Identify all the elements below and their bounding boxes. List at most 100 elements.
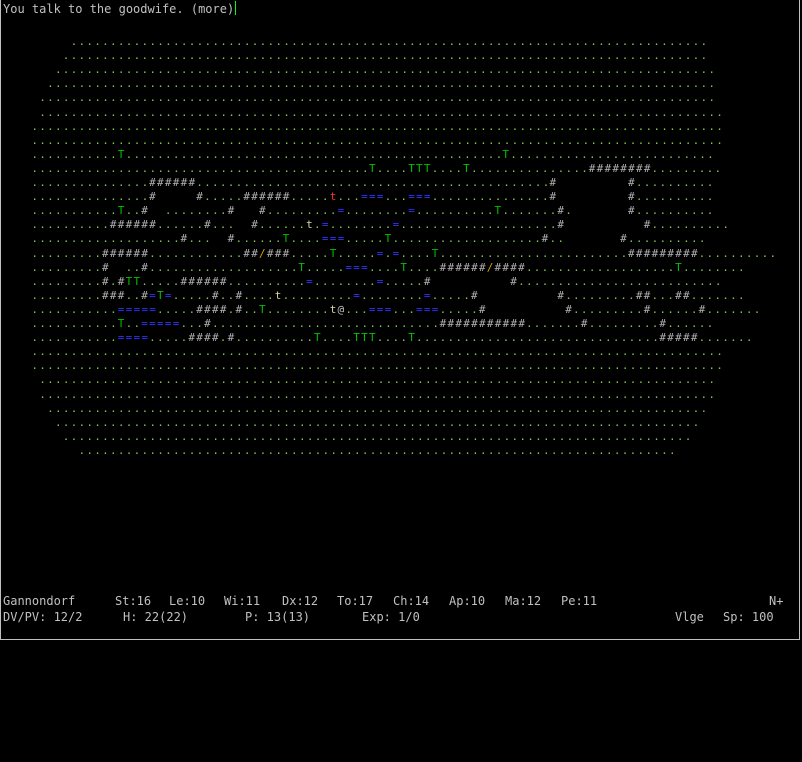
grass-tiles: ......	[651, 302, 699, 316]
door-tile[interactable]: /	[487, 261, 495, 274]
grass-tiles: ........................................…	[78, 443, 677, 457]
tree-tiles: TTT	[408, 161, 432, 175]
grass-tiles: ........	[164, 204, 228, 218]
grass-tiles: ........	[314, 274, 377, 288]
tree-tiles: T	[431, 246, 440, 260]
water-tiles: ===	[408, 190, 432, 204]
door-tile[interactable]: /	[259, 247, 267, 260]
wall-tiles: ##	[635, 288, 652, 302]
grass-tiles: ........................................…	[31, 119, 725, 133]
grass-tiles: ........................................…	[31, 161, 370, 175]
grass-tiles: ..........................	[510, 147, 715, 161]
grass-tiles: ...........	[31, 204, 118, 218]
player-character[interactable]: @	[338, 303, 346, 316]
grass-tiles: ........................................…	[47, 401, 709, 415]
status-level-indicator: N+	[769, 594, 784, 608]
tree-tiles: T	[157, 288, 165, 302]
wall-tiles: #	[549, 190, 558, 204]
grass-tiles: ........................................…	[54, 415, 701, 429]
grass-tiles: ............	[149, 246, 244, 260]
grass-tiles: ........................................…	[31, 345, 725, 359]
grass-tiles: ........................................…	[47, 77, 717, 91]
grass-tiles: ..........	[635, 176, 715, 189]
townsfolk[interactable]: t	[306, 219, 314, 231]
grass-tiles: ...	[337, 190, 362, 204]
grass-tiles: ........	[329, 218, 393, 232]
grass-tiles: .....	[345, 232, 385, 246]
grass-tiles: ....	[431, 161, 464, 175]
tree-tiles: T	[282, 232, 291, 246]
grass-tiles: ...........	[31, 147, 118, 161]
wall-tiles: ###	[266, 246, 291, 260]
wall-tiles: #	[141, 288, 150, 302]
townsfolk[interactable]: t	[275, 289, 283, 302]
grass-tiles: ..........	[635, 204, 715, 218]
water-tiles: ===	[368, 302, 393, 316]
wall-tiles: #	[117, 274, 126, 288]
grass-tiles: ....................	[400, 218, 558, 232]
grass-tiles: .........	[31, 246, 103, 260]
tree-tiles: T	[117, 147, 126, 161]
wall-tiles: #	[251, 218, 260, 232]
wall-tiles: #	[478, 302, 487, 316]
grass-tiles: .........	[31, 260, 103, 274]
wall-tiles: ##	[675, 288, 691, 302]
wall-tiles: ######	[102, 246, 150, 260]
wall-tiles: #	[180, 232, 189, 246]
water-tiles: ===	[321, 232, 346, 246]
grass-tiles: ....	[243, 288, 275, 302]
townsfolk[interactable]: t	[330, 303, 338, 316]
grass-tiles: ...	[188, 232, 213, 246]
wall-tiles: #	[549, 176, 558, 189]
wall-tiles: #	[557, 288, 566, 302]
grass-tiles: .	[227, 302, 236, 316]
grass-tiles: ..........	[651, 218, 731, 232]
grass-tiles: .........	[588, 317, 660, 330]
wall-tiles: ######	[243, 190, 291, 204]
grass-tiles: .....	[141, 274, 181, 288]
status-line-vitals: DV/PV: 12/2 H: 22(22) P: 13(13) Exp: 1/0…	[3, 610, 799, 708]
grass-tiles: ...	[345, 302, 370, 316]
character-name: Gannondorf	[3, 594, 76, 608]
wall-tiles: #	[235, 288, 244, 302]
grass-tiles: ...................	[525, 260, 676, 274]
grass-tiles: .	[565, 204, 574, 218]
grass-tiles: .........	[565, 288, 637, 302]
wall-tiles: #	[204, 218, 212, 232]
grass-tiles: ..	[125, 260, 142, 274]
grass-tiles: ..	[549, 232, 566, 246]
grass-tiles: ........................................…	[62, 429, 693, 443]
game-map[interactable]: ........................................…	[0, 0, 802, 590]
goodwife[interactable]: t	[330, 191, 338, 203]
grass-tiles: .	[219, 331, 228, 345]
grass-tiles: ........	[266, 302, 330, 316]
grass-tiles: ......	[235, 232, 283, 246]
grass-tiles: .....	[384, 274, 425, 288]
water-tiles: =====	[141, 317, 181, 330]
wall-tiles: #	[227, 204, 236, 218]
grass-tiles: ...................	[149, 260, 299, 274]
tree-tiles: T	[400, 260, 409, 274]
tree-tiles: T	[675, 260, 683, 274]
wall-tiles: #	[235, 302, 244, 316]
grass-tiles: .........	[651, 161, 723, 175]
water-tiles: =	[376, 274, 385, 288]
grass-tiles: ..........	[227, 274, 307, 288]
wall-tiles: #	[643, 218, 652, 232]
grass-tiles: .....	[290, 246, 330, 260]
wall-tiles: #	[565, 302, 574, 316]
grass-tiles: ...................	[31, 232, 181, 246]
wall-tiles: #	[102, 274, 110, 288]
tree-tiles: TTT	[353, 331, 377, 345]
grass-tiles: ...............	[31, 190, 150, 204]
grass-tiles: ....	[408, 260, 440, 274]
stat-learning: Le:10	[169, 594, 206, 608]
wall-tiles: #	[659, 317, 668, 330]
grass-tiles: .	[384, 246, 393, 260]
defense-protection: DV/PV: 12/2	[3, 610, 83, 624]
grass-tiles: .......	[706, 302, 762, 316]
grass-tiles: ..........................	[518, 274, 723, 288]
speed: Sp: 100	[723, 610, 774, 624]
grass-tiles: ....	[400, 246, 432, 260]
grass-tiles: .	[314, 218, 322, 232]
